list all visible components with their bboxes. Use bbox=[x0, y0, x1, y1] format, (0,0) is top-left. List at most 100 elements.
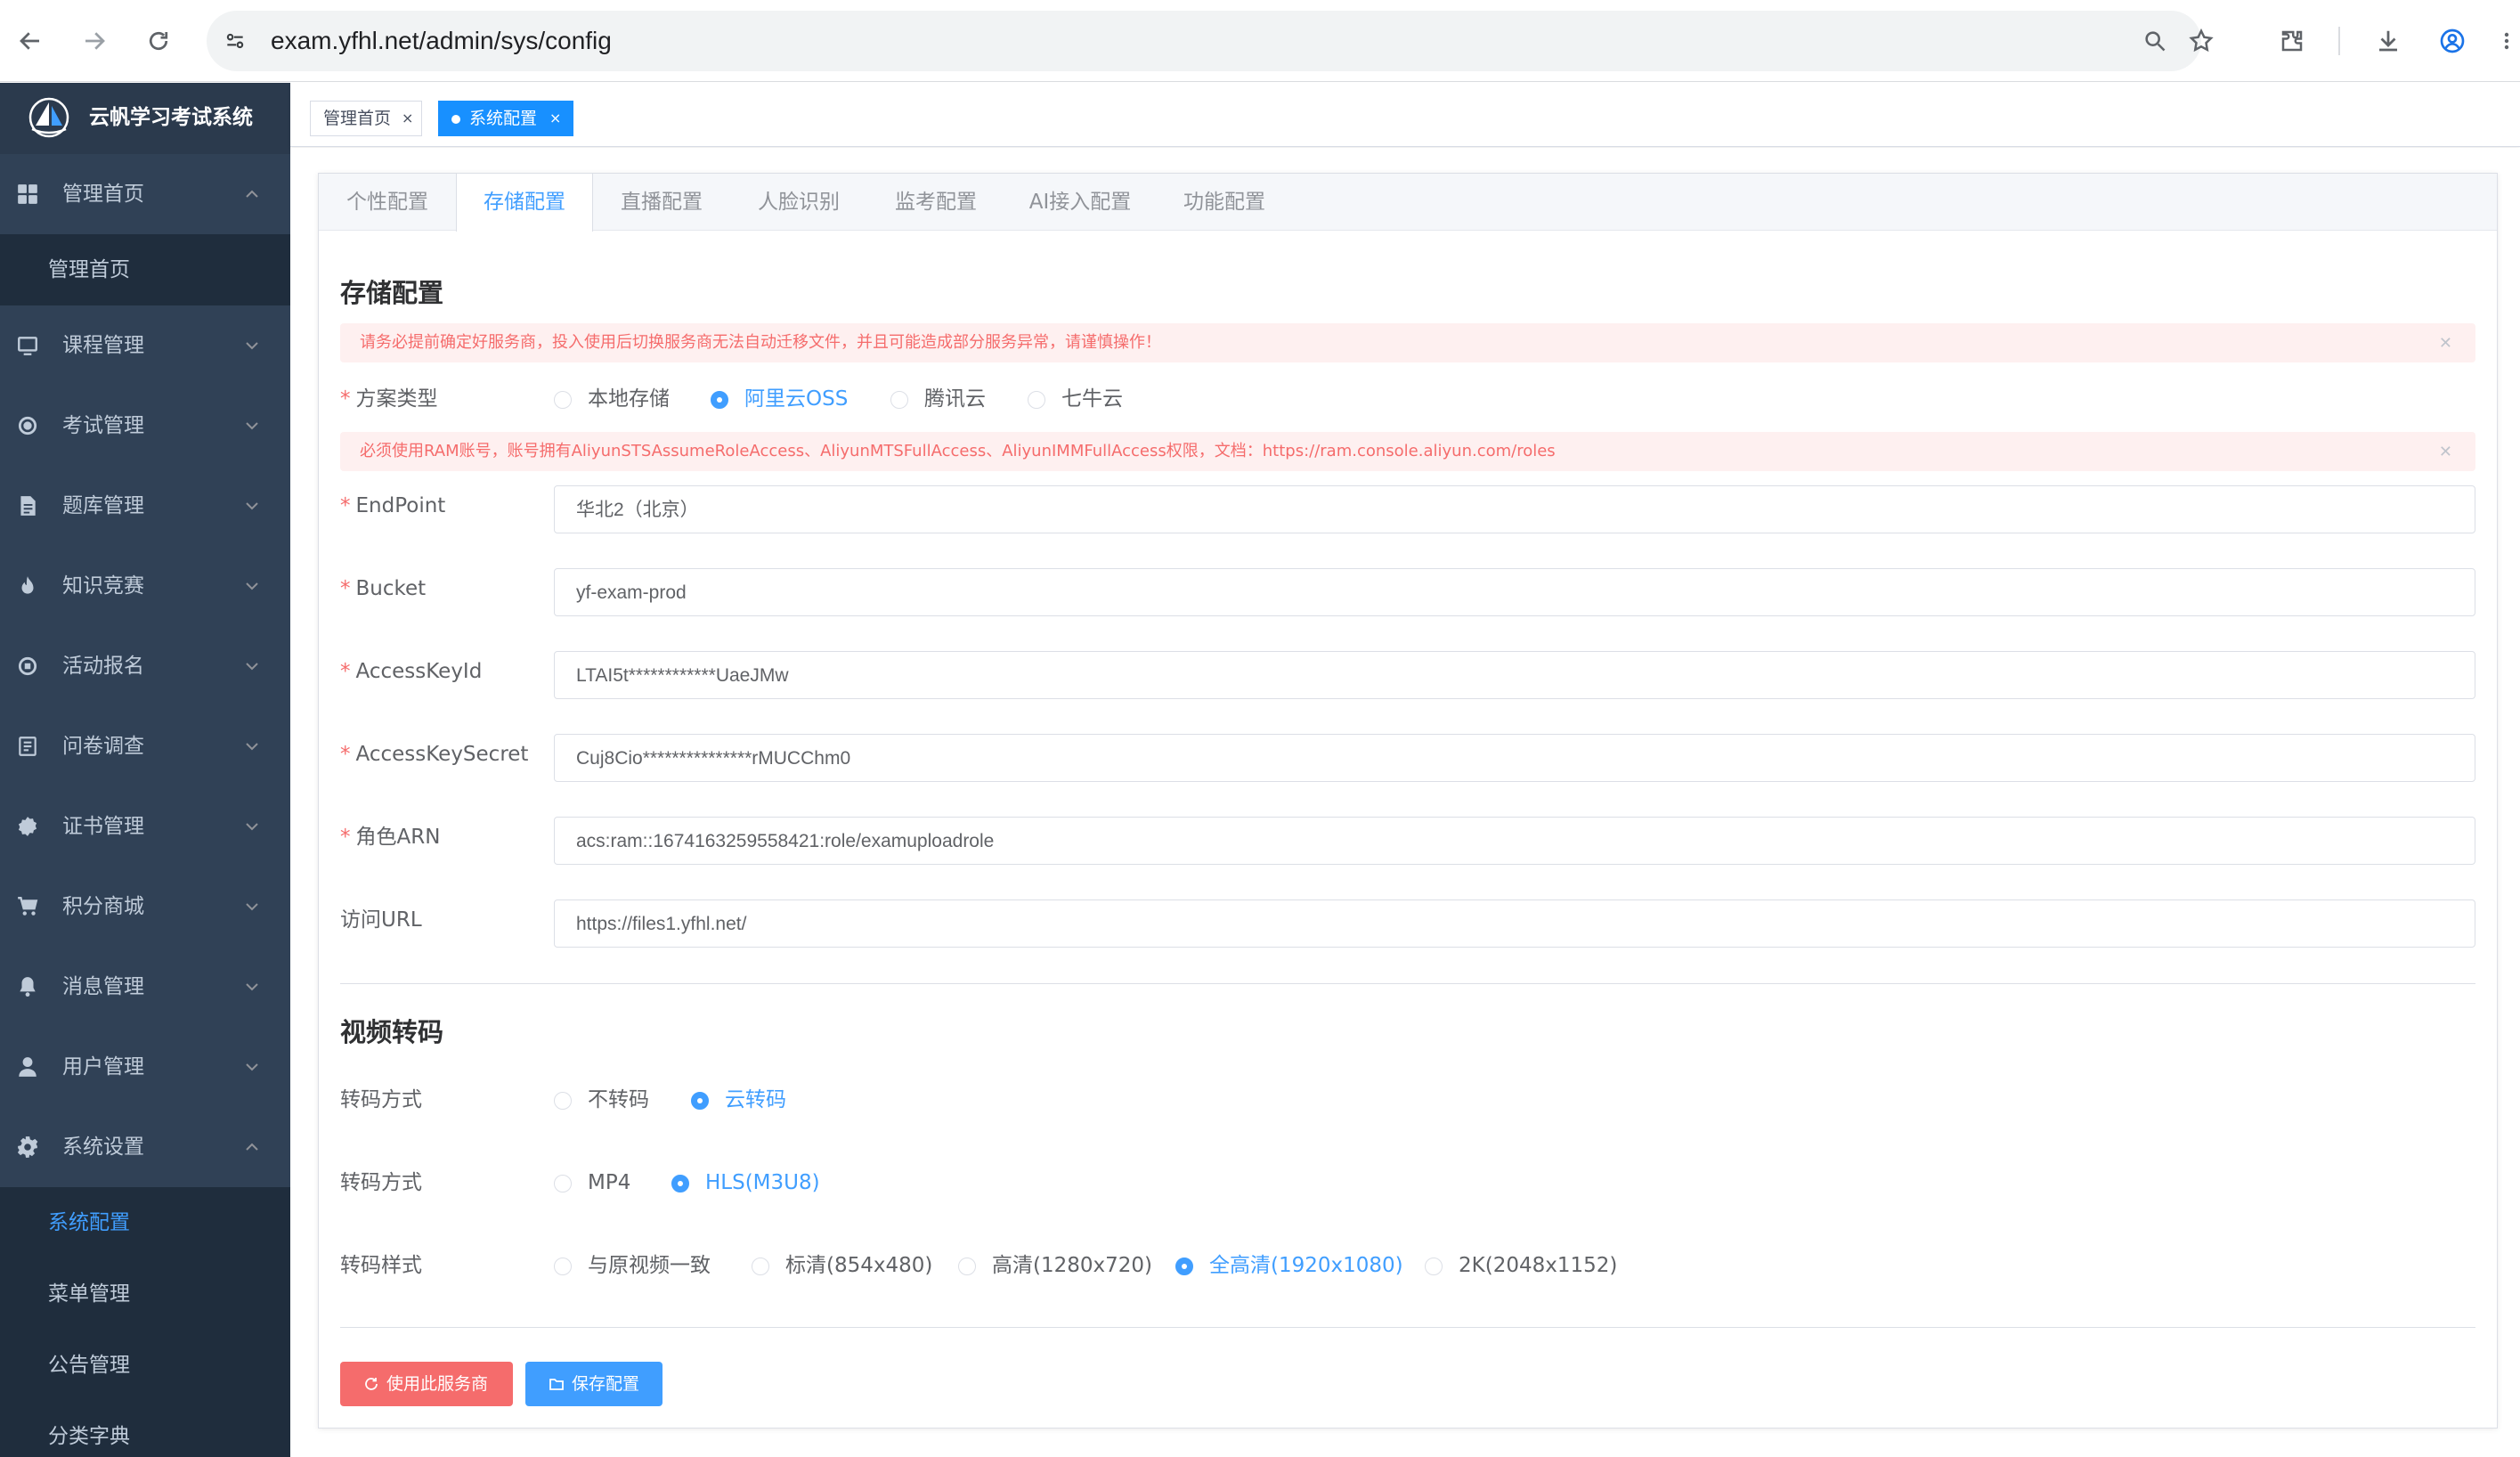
tab-proctor[interactable]: 监考配置 bbox=[867, 174, 1004, 231]
menu-competition[interactable]: 知识竞赛 bbox=[0, 546, 290, 626]
role-arn-input[interactable]: acs:ram::1674163259558421:role/examuploa… bbox=[554, 817, 2475, 865]
tab-personal[interactable]: 个性配置 bbox=[319, 174, 456, 231]
submenu-item-category-dictionary[interactable]: 分类字典 bbox=[0, 1401, 290, 1457]
tag-system-config[interactable]: 系统配置 × bbox=[438, 101, 573, 136]
menu-points-mall[interactable]: 积分商城 bbox=[0, 867, 290, 947]
radio-circle[interactable] bbox=[1028, 391, 1045, 409]
radio-original-quality[interactable]: 与原视频一致 bbox=[554, 1252, 723, 1279]
radio-2k[interactable]: 2K(2048x1152) bbox=[1425, 1252, 1617, 1279]
radio-tencent-cloud[interactable]: 腾讯云 bbox=[890, 386, 1006, 412]
input-value: 华北2（北京） bbox=[576, 500, 699, 520]
submenu-label: 菜单管理 bbox=[48, 1282, 130, 1306]
endpoint-select[interactable]: 华北2（北京） bbox=[554, 485, 2475, 533]
submenu-item-home[interactable]: 管理首页 bbox=[0, 234, 290, 305]
transcode-mode-label: 转码方式 bbox=[340, 1088, 422, 1111]
activity-icon bbox=[18, 656, 37, 676]
chevron-down-icon bbox=[246, 903, 258, 911]
radio-circle[interactable] bbox=[691, 1092, 709, 1110]
address-bar[interactable]: exam.yfhl.net/admin/sys/config bbox=[207, 11, 2201, 71]
radio-label: HLS(M3U8) bbox=[705, 1171, 820, 1194]
forward-icon[interactable] bbox=[75, 21, 114, 61]
radio-hd[interactable]: 高清(1280x720) bbox=[958, 1252, 1154, 1279]
radio-circle[interactable] bbox=[1175, 1258, 1193, 1275]
use-provider-button[interactable]: 使用此服务商 bbox=[340, 1362, 513, 1406]
submenu-item-system-config[interactable]: 系统配置 bbox=[0, 1187, 290, 1258]
radio-circle[interactable] bbox=[554, 1092, 572, 1110]
radio-circle[interactable] bbox=[711, 391, 728, 409]
radio-mp4[interactable]: MP4 bbox=[554, 1169, 652, 1196]
provider-warning-alert: 请务必提前确定好服务商，投入使用后切换服务商无法自动迁移文件，并且可能造成部分服… bbox=[340, 323, 2475, 362]
menu-users[interactable]: 用户管理 bbox=[0, 1027, 290, 1107]
tab-storage[interactable]: 存储配置 bbox=[456, 174, 593, 232]
submenu-item-announcements[interactable]: 公告管理 bbox=[0, 1330, 290, 1401]
radio-full-hd[interactable]: 全高清(1920x1080) bbox=[1175, 1252, 1403, 1279]
cart-icon bbox=[18, 897, 38, 916]
close-icon[interactable]: × bbox=[402, 102, 413, 135]
radio-circle[interactable] bbox=[554, 391, 572, 409]
url-text[interactable]: exam.yfhl.net/admin/sys/config bbox=[271, 25, 612, 57]
toolbar-separator bbox=[2338, 27, 2340, 55]
radio-local-storage[interactable]: 本地存储 bbox=[554, 386, 687, 412]
tab-live[interactable]: 直播配置 bbox=[593, 174, 730, 231]
radio-aliyun-oss[interactable]: 阿里云OSS bbox=[711, 386, 871, 412]
reload-icon[interactable] bbox=[139, 21, 178, 61]
radio-circle[interactable] bbox=[671, 1175, 689, 1192]
access-key-secret-input[interactable]: Cuj8Cio***************rMUCChm0 bbox=[554, 734, 2475, 782]
extensions-icon[interactable] bbox=[2272, 21, 2312, 61]
settings-submenu: 系统配置 菜单管理 公告管理 分类字典 bbox=[0, 1187, 290, 1457]
label-text: Bucket bbox=[355, 577, 427, 600]
access-url-input[interactable]: https://files1.yfhl.net/ bbox=[554, 899, 2475, 948]
tab-ai[interactable]: AI接入配置 bbox=[1004, 174, 1156, 231]
tag-dashboard[interactable]: 管理首页 × bbox=[310, 101, 422, 136]
back-icon[interactable] bbox=[11, 21, 50, 61]
radio-circle[interactable] bbox=[554, 1175, 572, 1192]
transcode-format-label: 转码方式 bbox=[340, 1171, 422, 1194]
label-text: 方案类型 bbox=[355, 387, 438, 411]
menu-label: 积分商城 bbox=[62, 895, 144, 918]
radio-sd[interactable]: 标清(854x480) bbox=[752, 1252, 932, 1279]
folder-icon bbox=[549, 1379, 564, 1390]
save-config-button[interactable]: 保存配置 bbox=[525, 1362, 663, 1406]
close-icon[interactable]: ✕ bbox=[2439, 443, 2452, 461]
menu-dashboard[interactable]: 管理首页 bbox=[0, 154, 290, 234]
bookmark-star-icon[interactable] bbox=[2185, 25, 2217, 57]
tags-view: 管理首页 × 系统配置 × bbox=[290, 83, 2520, 147]
access-key-id-input[interactable]: LTAI5t************UaeJMw bbox=[554, 651, 2475, 699]
radio-cloud-transcode[interactable]: 云转码 bbox=[691, 1087, 816, 1113]
bucket-label: * Bucket bbox=[340, 577, 427, 600]
close-icon[interactable]: ✕ bbox=[2439, 334, 2452, 353]
menu-course[interactable]: 课程管理 bbox=[0, 305, 290, 386]
home-submenu: 管理首页 bbox=[0, 234, 290, 305]
download-icon[interactable] bbox=[2369, 21, 2408, 61]
bucket-input[interactable]: yf-exam-prod bbox=[554, 568, 2475, 616]
menu-messages[interactable]: 消息管理 bbox=[0, 947, 290, 1027]
menu-system-settings[interactable]: 系统设置 bbox=[0, 1107, 290, 1187]
radio-no-transcode[interactable]: 不转码 bbox=[554, 1087, 679, 1113]
radio-circle[interactable] bbox=[1425, 1258, 1443, 1275]
ram-warning-alert: 必须使用RAM账号，账号拥有AliyunSTSAssumeRoleAccess、… bbox=[340, 432, 2475, 471]
label-text: 角色ARN bbox=[355, 826, 441, 849]
zoom-icon[interactable] bbox=[2139, 25, 2171, 57]
radio-qiniu-cloud[interactable]: 七牛云 bbox=[1028, 386, 1143, 412]
menu-survey[interactable]: 问卷调查 bbox=[0, 706, 290, 786]
radio-circle[interactable] bbox=[890, 391, 908, 409]
radio-hls[interactable]: HLS(M3U8) bbox=[671, 1169, 832, 1196]
menu-question-bank[interactable]: 题库管理 bbox=[0, 466, 290, 546]
more-menu-icon[interactable] bbox=[2493, 21, 2520, 61]
site-settings-icon[interactable] bbox=[219, 25, 251, 57]
submenu-item-menu-management[interactable]: 菜单管理 bbox=[0, 1258, 290, 1330]
radio-circle[interactable] bbox=[752, 1258, 769, 1275]
chevron-down-icon bbox=[246, 582, 258, 590]
profile-icon[interactable] bbox=[2433, 21, 2472, 61]
menu-exam[interactable]: 考试管理 bbox=[0, 386, 290, 466]
tab-features[interactable]: 功能配置 bbox=[1156, 174, 1293, 231]
close-icon[interactable]: × bbox=[549, 102, 561, 135]
menu-activity[interactable]: 活动报名 bbox=[0, 626, 290, 706]
radio-circle[interactable] bbox=[554, 1258, 572, 1275]
menu-certificate[interactable]: 证书管理 bbox=[0, 786, 290, 867]
active-dot-icon bbox=[451, 115, 460, 124]
radio-circle[interactable] bbox=[958, 1258, 976, 1275]
brand[interactable]: 云帆学习考试系统 bbox=[0, 83, 290, 154]
brand-name: 云帆学习考试系统 bbox=[89, 106, 253, 129]
tab-face[interactable]: 人脸识别 bbox=[730, 174, 867, 231]
